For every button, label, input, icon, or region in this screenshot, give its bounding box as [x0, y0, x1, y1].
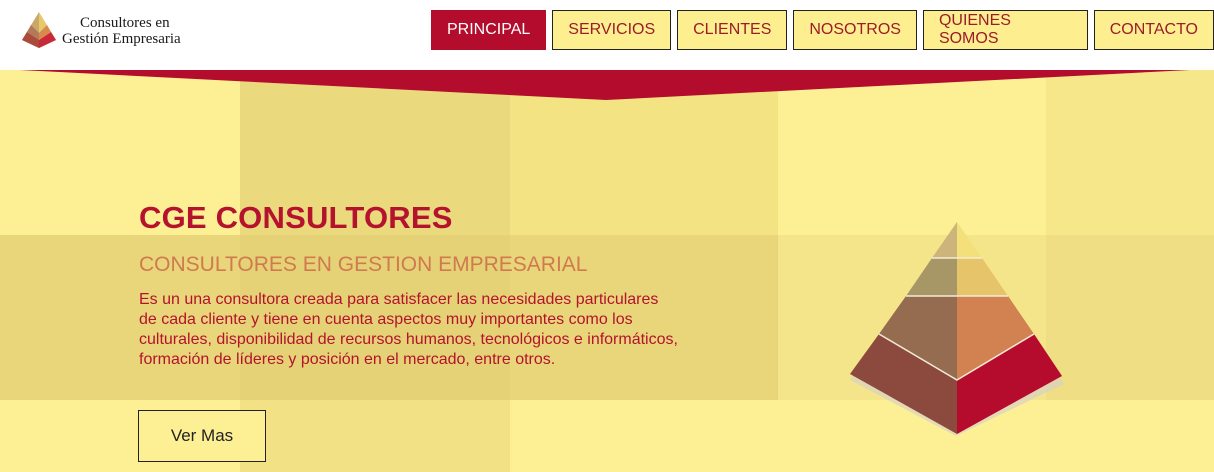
nav-contacto[interactable]: CONTACTO — [1093, 10, 1214, 50]
pyramid-logo-icon — [22, 12, 56, 48]
main-nav: PRINCIPAL SERVICIOS CLIENTES NOSOTROS QU… — [431, 10, 1214, 50]
nav-clientes[interactable]: CLIENTES — [677, 10, 788, 50]
brand-line-2: Gestión Empresaria — [62, 31, 181, 47]
hero-banner: CGE CONSULTORES CONSULTORES EN GESTION E… — [0, 70, 1214, 472]
brand-line-1: Consultores en — [80, 15, 170, 31]
hero-title: CGE CONSULTORES — [139, 200, 453, 235]
site-header: Consultores en Gestión Empresaria PRINCI… — [0, 0, 1214, 70]
header-ribbon — [20, 70, 1190, 100]
hero-subtitle: CONSULTORES EN GESTION EMPRESARIAL — [139, 253, 588, 276]
ver-mas-button[interactable]: Ver Mas — [138, 410, 266, 462]
hero-description: Es un una consultora creada para satisfa… — [139, 291, 678, 368]
nav-nosotros[interactable]: NOSOTROS — [793, 10, 917, 50]
bg-tile — [1046, 235, 1214, 400]
brand-name: Consultores en Gestión Empresaria — [62, 15, 181, 47]
pyramid-illustration — [850, 222, 1064, 436]
nav-quienes-somos[interactable]: QUIENES SOMOS — [922, 10, 1088, 50]
nav-principal[interactable]: PRINCIPAL — [431, 10, 547, 50]
site-logo[interactable]: Consultores en Gestión Empresaria — [18, 8, 218, 54]
bg-tile — [240, 400, 510, 472]
nav-servicios[interactable]: SERVICIOS — [552, 10, 672, 50]
